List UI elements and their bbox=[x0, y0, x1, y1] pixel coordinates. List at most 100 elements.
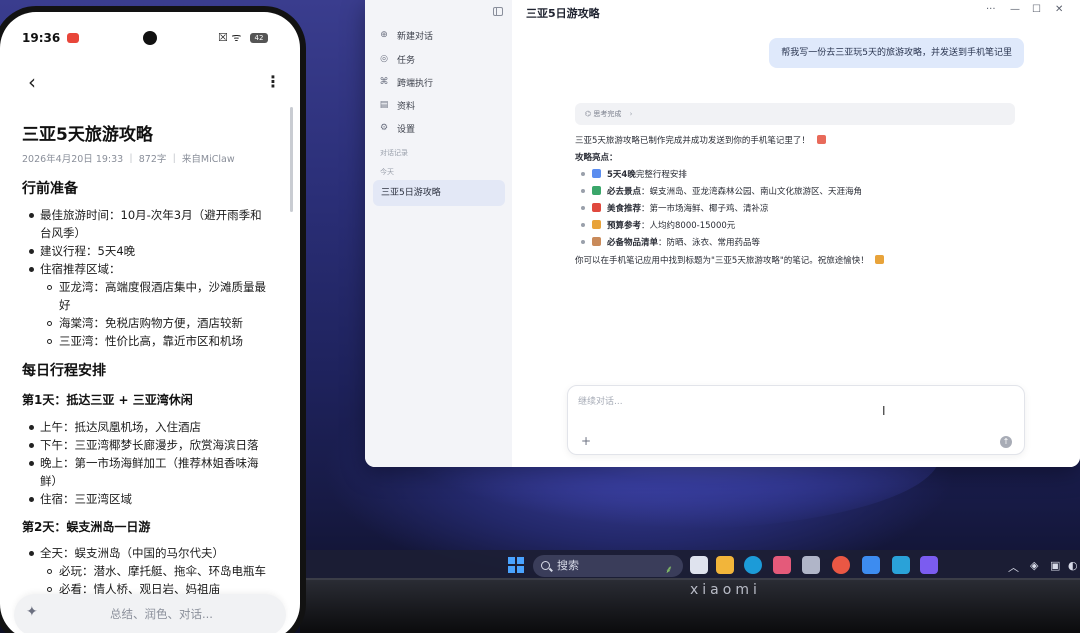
highlight-bold: 美食推荐 bbox=[607, 204, 642, 214]
sub-list-item: 亚龙湾：高端度假酒店集中，沙滩质量最 bbox=[59, 280, 266, 294]
list-item: 下午：三亚湾椰梦长廊漫步，欣赏海滨日落 bbox=[40, 438, 259, 452]
bullet bbox=[29, 267, 34, 272]
maximize-icon[interactable]: ☐ bbox=[1032, 4, 1041, 15]
close-icon[interactable]: ✕ bbox=[1055, 4, 1063, 15]
highlight-item: 必备物品清单：防晒、泳衣、常用药品等 bbox=[592, 236, 760, 248]
conversation-item-active[interactable]: 三亚5日游攻略 bbox=[373, 180, 505, 206]
phone-screen: 19:36 ☒ ᯤ 42 ‹ ⋮ 三亚5天旅游攻略 2026年4月20日 19:… bbox=[0, 12, 300, 633]
ai-assist-placeholder[interactable]: 总结、润色、对话... bbox=[110, 606, 213, 622]
sidebar-item-settings[interactable]: ⚙ 设置 bbox=[379, 119, 415, 137]
signal-wifi-icon: ☒ ᯤ bbox=[218, 31, 242, 44]
list-item: 晚上：第一市场海鲜加工（推荐林姐香味海 bbox=[40, 456, 259, 470]
sidebar-item-tasks[interactable]: ◎ 任务 bbox=[379, 50, 415, 68]
app-icon[interactable] bbox=[802, 556, 820, 574]
day-heading: 第2天：蜈支洲岛一日游 bbox=[22, 520, 151, 534]
more-options-icon[interactable]: ··· bbox=[986, 4, 996, 15]
bullet bbox=[29, 551, 34, 556]
highlight-item: 预算参考：人均约8000-15000元 bbox=[592, 219, 735, 231]
edge-browser-icon[interactable] bbox=[744, 556, 762, 574]
today-section-label: 今天 bbox=[380, 168, 394, 176]
bullet bbox=[581, 240, 585, 244]
send-icon[interactable]: ↑ bbox=[1000, 436, 1012, 448]
windows-start-icon[interactable] bbox=[508, 557, 524, 573]
calendar-emoji-icon bbox=[592, 169, 601, 178]
sparkle-icon: ✦ bbox=[26, 604, 38, 620]
bullet bbox=[29, 213, 34, 218]
sidebar-toggle-icon[interactable] bbox=[493, 7, 503, 16]
message-composer[interactable]: 继续对话... + ↑ bbox=[567, 385, 1025, 455]
taskbar-search[interactable]: 搜索 ⸙ bbox=[533, 555, 683, 577]
sidebar-item-cross-device[interactable]: ⌘ 跨端执行 bbox=[379, 73, 434, 91]
ai-assist-bar[interactable]: ✦ 总结、润色、对话... bbox=[14, 594, 286, 633]
bullet bbox=[29, 461, 34, 466]
store-icon[interactable] bbox=[773, 556, 791, 574]
minimize-icon[interactable]: — bbox=[1010, 4, 1020, 15]
highlight-bold: 预算参考 bbox=[607, 221, 642, 231]
list-item: 建议行程：5天4晚 bbox=[40, 244, 136, 258]
tray-app-icon[interactable]: ◐ bbox=[1068, 559, 1078, 572]
file-explorer-icon[interactable] bbox=[716, 556, 734, 574]
thinking-status[interactable]: ⌬ 思考完成 › bbox=[575, 103, 1015, 125]
chat-panel: 三亚5日游攻略 ··· — ☐ ✕ 帮我写一份去三亚玩5天的旅游攻略，并发送到手… bbox=[512, 0, 1080, 467]
sidebar-item-label: 任务 bbox=[397, 55, 416, 66]
history-section-label: 对话记录 bbox=[380, 149, 408, 157]
task-icon: ◎ bbox=[380, 54, 388, 64]
sub-bullet bbox=[47, 339, 52, 344]
app-icon[interactable] bbox=[862, 556, 880, 574]
status-time: 19:36 bbox=[22, 31, 61, 45]
list-item: 最佳旅游时间：10月-次年3月（避开雨季和 bbox=[40, 206, 262, 224]
task-view-icon[interactable] bbox=[690, 556, 708, 574]
highlight-item: 必去景点：蜈支洲岛、亚龙湾森林公园、南山文化旅游区、天涯海角 bbox=[592, 185, 862, 197]
scrollbar[interactable] bbox=[290, 107, 293, 212]
app-icon[interactable] bbox=[920, 556, 938, 574]
add-attachment-icon[interactable]: + bbox=[581, 434, 591, 448]
answer-outro: 你可以在手机笔记应用中找到标题为"三亚5天旅游攻略"的笔记。祝旅途愉快！ bbox=[575, 254, 890, 266]
list-item: 全天：蜈支洲岛（中国的马尔代夫） bbox=[40, 546, 224, 560]
app-icon[interactable] bbox=[832, 556, 850, 574]
highlight-bold: 5天4晚 bbox=[607, 170, 636, 180]
phone-device: 19:36 ☒ ᯤ 42 ‹ ⋮ 三亚5天旅游攻略 2026年4月20日 19:… bbox=[0, 6, 306, 633]
highlight-text: ：人均约8000-15000元 bbox=[641, 221, 736, 231]
composer-input[interactable]: 继续对话... bbox=[578, 394, 623, 407]
answer-intro: 三亚5天旅游攻略已制作完成并成功发送到你的手机笔记里了！ bbox=[575, 134, 832, 146]
bullet bbox=[29, 497, 34, 502]
highlight-text: ：第一市场海鲜、椰子鸡、清补凉 bbox=[641, 204, 769, 214]
sub-list-item: 三亚湾：性价比高，靠近市区和机场 bbox=[59, 334, 243, 348]
list-item: 上午：抵达凤凰机场，入住酒店 bbox=[40, 420, 201, 434]
more-options-icon[interactable]: ⋮ bbox=[265, 72, 281, 91]
highlight-text: ：蜈支洲岛、亚龙湾森林公园、南山文化旅游区、天涯海角 bbox=[641, 187, 863, 197]
highlights-label-text: 攻略亮点： bbox=[575, 153, 618, 163]
clipboard-emoji-icon bbox=[592, 237, 601, 246]
assistant-window: ⊕ 新建对话 ◎ 任务 ⌘ 跨端执行 ▤ 资料 ⚙ 设置 对话记录 今天 三亚5… bbox=[365, 0, 1080, 467]
list-item-continued: 鲜） bbox=[40, 474, 63, 488]
bullet bbox=[581, 223, 585, 227]
tray-chevron-icon[interactable]: ︿ bbox=[1008, 559, 1019, 575]
sidebar-item-resources[interactable]: ▤ 资料 bbox=[379, 96, 415, 114]
wave-emoji-icon bbox=[875, 255, 885, 264]
tray-app-icon[interactable]: ▣ bbox=[1050, 559, 1060, 572]
highlight-item: 5天4晚完整行程安排 bbox=[592, 168, 687, 180]
taskbar-search-label: 搜索 bbox=[557, 559, 579, 572]
sidebar-item-label: 新建对话 bbox=[397, 31, 434, 42]
tray-app-icon[interactable]: ◈ bbox=[1030, 559, 1038, 572]
bullet bbox=[581, 189, 585, 193]
chevron-right-icon: › bbox=[629, 110, 633, 118]
note-meta: 2026年4月20日 19:33 ｜ 872字 ｜ 来自MiClaw bbox=[22, 154, 235, 165]
user-message-bubble: 帮我写一份去三亚玩5天的旅游攻略，并发送到手机笔记里 bbox=[769, 38, 1024, 68]
gear-icon: ⚙ bbox=[379, 123, 389, 133]
document-icon: ▤ bbox=[379, 100, 389, 110]
highlight-bold: 必去景点 bbox=[607, 187, 642, 197]
sidebar-item-label: 资料 bbox=[397, 101, 416, 112]
plus-circle-icon: ⊕ bbox=[380, 30, 388, 40]
sidebar-item-label: 设置 bbox=[397, 124, 416, 135]
search-icon bbox=[541, 561, 550, 570]
answer-outro-text: 你可以在手机笔记应用中找到标题为"三亚5天旅游攻略"的笔记。祝旅途愉快！ bbox=[575, 256, 869, 266]
app-icon[interactable] bbox=[892, 556, 910, 574]
list-item-text: 10月-次年3月（避开雨季和 bbox=[120, 208, 262, 222]
front-camera bbox=[143, 31, 157, 45]
bullet bbox=[581, 172, 585, 176]
back-icon[interactable]: ‹ bbox=[28, 70, 36, 94]
sub-bullet bbox=[47, 587, 52, 592]
sidebar-item-new-chat[interactable]: ⊕ 新建对话 bbox=[379, 26, 433, 44]
battery-icon: 42 bbox=[250, 33, 268, 43]
